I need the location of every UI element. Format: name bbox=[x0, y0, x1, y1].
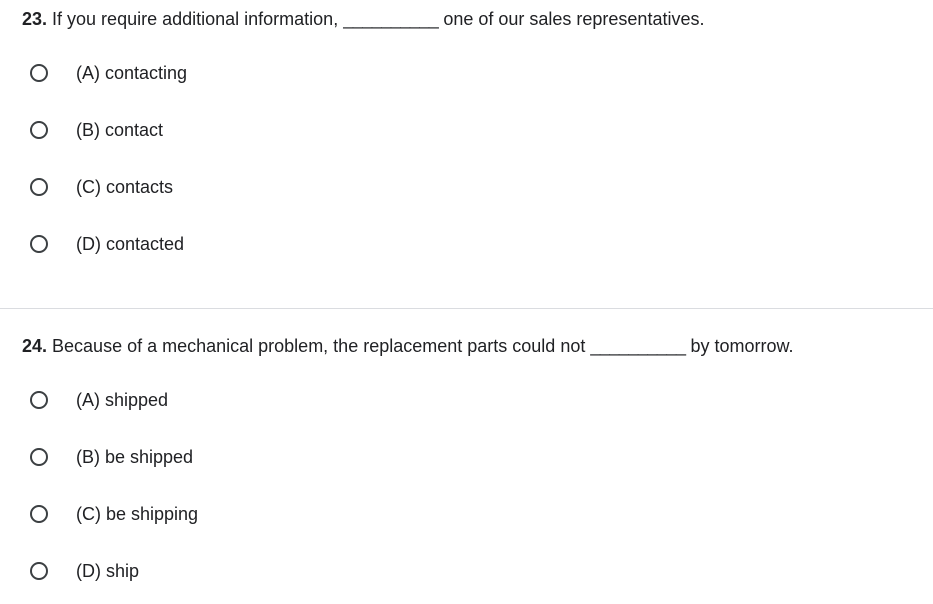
radio-unchecked-icon[interactable] bbox=[30, 178, 48, 196]
radio-unchecked-icon[interactable] bbox=[30, 562, 48, 580]
question-text: 24. Because of a mechanical problem, the… bbox=[22, 335, 794, 357]
option-label: (A) contacting bbox=[76, 63, 188, 83]
option-b[interactable]: (B) contact bbox=[30, 117, 163, 143]
question-text-after: by tomorrow. bbox=[685, 336, 794, 356]
radio-unchecked-icon[interactable] bbox=[30, 235, 48, 253]
question-text-before: If you require additional information, bbox=[47, 9, 344, 29]
answer-blank: __________ bbox=[343, 9, 439, 29]
option-label: (C) be shipping bbox=[76, 504, 199, 524]
option-c[interactable]: (C) contacts bbox=[30, 174, 173, 200]
answer-blank: __________ bbox=[590, 336, 686, 356]
option-label: (C) contacts bbox=[76, 177, 174, 197]
radio-unchecked-icon[interactable] bbox=[30, 391, 48, 409]
option-a[interactable]: (A) contacting bbox=[30, 60, 187, 86]
radio-unchecked-icon[interactable] bbox=[30, 505, 48, 523]
option-c[interactable]: (C) be shipping bbox=[30, 501, 198, 527]
option-b[interactable]: (B) be shipped bbox=[30, 444, 193, 470]
radio-unchecked-icon[interactable] bbox=[30, 121, 48, 139]
option-label: (D) contacted bbox=[76, 234, 185, 254]
question-text-after: one of our sales representatives. bbox=[438, 9, 705, 29]
option-label: (D) ship bbox=[76, 561, 140, 581]
question-24: 24. Because of a mechanical problem, the… bbox=[0, 309, 933, 604]
radio-unchecked-icon[interactable] bbox=[30, 64, 48, 82]
question-text-before: Because of a mechanical problem, the rep… bbox=[47, 336, 591, 356]
question-number: 24. bbox=[22, 336, 48, 356]
question-number: 23. bbox=[22, 9, 48, 29]
option-label: (A) shipped bbox=[76, 390, 169, 410]
question-text: 23. If you require additional informatio… bbox=[22, 8, 704, 30]
option-a[interactable]: (A) shipped bbox=[30, 387, 168, 413]
option-d[interactable]: (D) ship bbox=[30, 558, 139, 584]
option-label: (B) be shipped bbox=[76, 447, 194, 467]
question-23: 23. If you require additional informatio… bbox=[0, 0, 933, 308]
option-label: (B) contact bbox=[76, 120, 164, 140]
radio-unchecked-icon[interactable] bbox=[30, 448, 48, 466]
option-d[interactable]: (D) contacted bbox=[30, 231, 184, 257]
